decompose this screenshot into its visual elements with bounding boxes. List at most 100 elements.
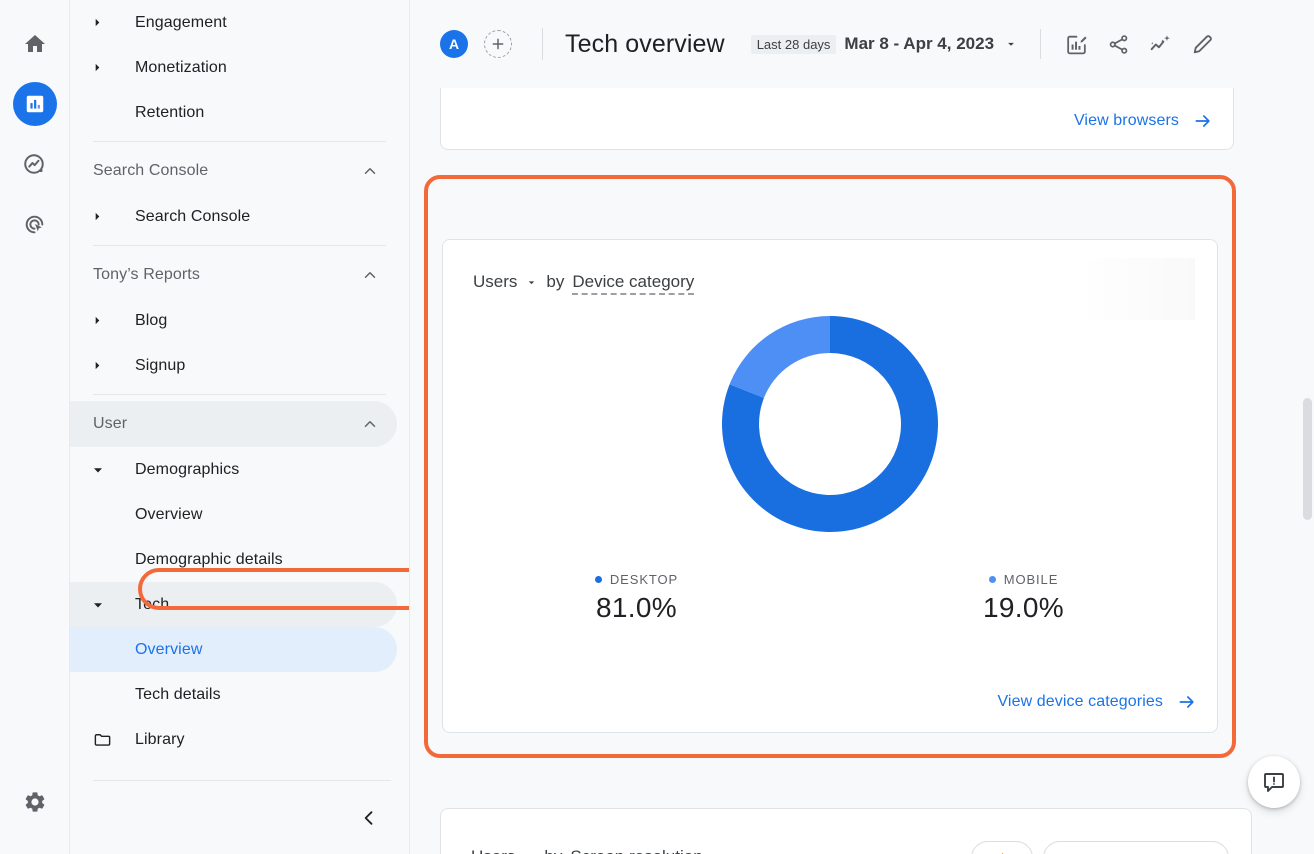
sidebar-item-label: Search Console: [135, 207, 251, 225]
sidebar-item-engagement[interactable]: Engagement: [70, 0, 397, 45]
legend-value: 81.0%: [596, 592, 677, 623]
sidebar-item-label: Demographics: [135, 460, 240, 478]
nav-section-label: Search Console: [93, 162, 209, 179]
caret-right-icon: [93, 18, 115, 27]
metric-selector[interactable]: Users: [473, 272, 538, 292]
sidebar-item-label: Overview: [135, 640, 203, 658]
sidebar-item-retention[interactable]: Retention: [70, 90, 397, 135]
legend-item: DESKTOP 81.0%: [443, 570, 830, 624]
view-device-categories-link[interactable]: View device categories: [997, 692, 1197, 712]
nav-scroll-area: Engagement Monetization Retention Search Co…: [70, 0, 409, 762]
data-warning-button[interactable]: [971, 841, 1033, 854]
chevron-left-icon[interactable]: [355, 804, 383, 832]
edit-report-icon[interactable]: [1055, 23, 1097, 65]
sidebar-item-library[interactable]: Library: [70, 717, 397, 762]
nav-divider: [93, 394, 386, 395]
view-browsers-link[interactable]: View browsers: [1074, 111, 1213, 131]
sidebar-item-blog[interactable]: Blog: [70, 298, 397, 343]
insights-sparkle-icon[interactable]: [1139, 23, 1181, 65]
screen-resolution-card: Users by Screen resolution: [440, 808, 1252, 854]
chevron-up-icon: [361, 266, 379, 284]
browsers-card: View browsers: [440, 88, 1234, 150]
sidebar-item-label: Monetization: [135, 58, 227, 76]
sidebar-item-monetization[interactable]: Monetization: [70, 45, 397, 90]
sidebar-item-tech-details[interactable]: Tech details: [70, 672, 397, 717]
advertising-target-icon[interactable]: [13, 202, 57, 246]
avatar[interactable]: A: [440, 30, 468, 58]
sidebar-item-search-console[interactable]: Search Console: [70, 194, 397, 239]
sidebar-item-label: Engagement: [135, 13, 227, 31]
topbar-divider: [542, 28, 543, 60]
sidebar-item-label: Library: [135, 730, 185, 748]
content-scrollbar-track[interactable]: [1300, 88, 1314, 854]
nav-section-user[interactable]: User: [70, 401, 397, 447]
donut-legend: DESKTOP 81.0% MOBILE 19.0%: [443, 570, 1217, 624]
dimension-selector[interactable]: Device category: [572, 272, 695, 295]
explore-icon[interactable]: [13, 142, 57, 186]
legend-label-row: DESKTOP: [594, 572, 678, 587]
sidebar-item-label: Retention: [135, 103, 205, 121]
sidebar-item-demographic-details[interactable]: Demographic details: [70, 537, 397, 582]
sidebar-item-label: Tech: [135, 595, 170, 613]
metric-selector[interactable]: Users: [471, 847, 536, 854]
legend-color-dot: [988, 576, 996, 583]
legend-category-label: MOBILE: [1003, 572, 1059, 587]
sidebar-item-overview[interactable]: Overview: [70, 492, 397, 537]
device-card-highlight-box: Users by Device category DESKTOP 81.0% M…: [424, 175, 1236, 758]
sidebar-item-tech[interactable]: Tech: [70, 582, 397, 627]
date-preset-chip: Last 28 days: [750, 34, 837, 54]
nav-divider: [93, 141, 386, 142]
caret-down-icon: [93, 600, 115, 610]
chart-type-selector[interactable]: [1043, 841, 1229, 854]
date-range-picker[interactable]: Mar 8 - Apr 4, 2023: [844, 34, 1018, 54]
feedback-icon[interactable]: [1248, 756, 1300, 808]
nav-section-search-console[interactable]: Search Console: [70, 148, 397, 194]
content-scrollbar-thumb[interactable]: [1303, 398, 1312, 520]
caret-down-icon: [93, 465, 115, 475]
share-icon[interactable]: [1097, 23, 1139, 65]
topbar-actions: [1040, 23, 1223, 65]
donut-chart[interactable]: [443, 308, 1217, 540]
caret-right-icon: [93, 212, 115, 221]
plus-icon[interactable]: [484, 30, 512, 58]
legend-value: 19.0%: [983, 592, 1064, 623]
pencil-icon[interactable]: [1181, 23, 1223, 65]
metric-label: Users: [471, 847, 515, 854]
sidebar-item-signup[interactable]: Signup: [70, 343, 397, 388]
nav-section-tony-s-reports[interactable]: Tony’s Reports: [70, 252, 397, 298]
view-device-categories-label: View device categories: [997, 693, 1163, 710]
report-topbar: A Tech overview Last 28 days Mar 8 - Apr…: [410, 0, 1314, 88]
navigation-sidebar: Engagement Monetization Retention Search Co…: [70, 0, 410, 854]
chevron-up-icon: [361, 162, 379, 180]
by-word: by: [546, 272, 565, 291]
device-card-header: Users by Device category: [473, 272, 695, 295]
gear-icon[interactable]: [13, 780, 57, 824]
arrow-right-icon: [1177, 692, 1197, 712]
legend-color-dot: [594, 576, 602, 583]
screen-card-header: Users by Screen resolution: [471, 847, 703, 854]
sidebar-item-label: Tech details: [135, 685, 221, 703]
main-area: A Tech overview Last 28 days Mar 8 - Apr…: [410, 0, 1314, 854]
page-title: Tech overview: [565, 29, 725, 58]
view-browsers-label: View browsers: [1073, 112, 1179, 129]
caret-right-icon: [93, 316, 115, 325]
folder-icon: [93, 730, 115, 749]
by-word: by: [544, 847, 562, 854]
nav-divider: [93, 245, 386, 246]
date-range-label: Mar 8 - Apr 4, 2023: [844, 34, 995, 53]
dimension-selector[interactable]: Screen resolution: [570, 847, 702, 854]
home-icon[interactable]: [13, 22, 57, 66]
sidebar-item-overview[interactable]: Overview: [70, 627, 397, 672]
chevron-down-icon: [1004, 37, 1018, 51]
arrow-right-icon: [1193, 111, 1213, 131]
donut-chart-svg: [722, 316, 938, 532]
sidebar-item-demographics[interactable]: Demographics: [70, 447, 397, 492]
actions-divider: [1040, 29, 1042, 59]
chevron-down-icon: [525, 276, 538, 289]
sidebar-item-label: Demographic details: [135, 550, 283, 568]
donut-slice-mobile[interactable]: [729, 316, 830, 398]
bar-chart-icon[interactable]: [12, 82, 57, 126]
sidebar-item-label: Overview: [135, 505, 203, 523]
legend-item: MOBILE 19.0%: [830, 570, 1217, 624]
nav-section-label: Tony’s Reports: [93, 266, 200, 283]
